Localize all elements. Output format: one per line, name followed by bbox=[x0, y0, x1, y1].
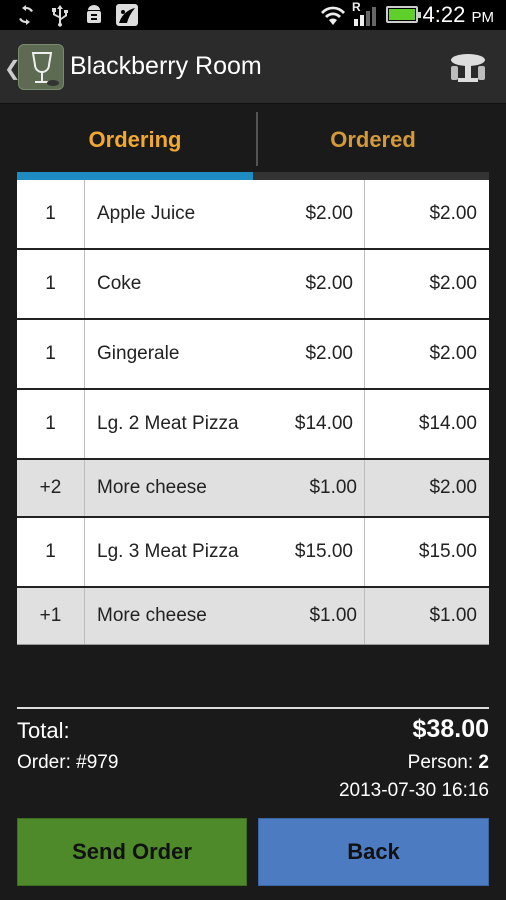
order-modifier-row[interactable]: +2 More cheese $1.00 $2.00 bbox=[17, 458, 489, 516]
modifier-total: $1.00 bbox=[364, 588, 489, 644]
item-quantity: 1 bbox=[17, 180, 85, 248]
order-modifier-row[interactable]: +1 More cheese $1.00 $1.00 bbox=[17, 586, 489, 644]
item-total: $2.00 bbox=[364, 180, 489, 248]
modifier-quantity: +1 bbox=[17, 588, 85, 644]
back-button[interactable]: Back bbox=[258, 818, 489, 886]
send-order-button[interactable]: Send Order bbox=[17, 818, 247, 886]
clock: 4:22 PM bbox=[423, 2, 494, 28]
total-value: $38.00 bbox=[412, 715, 489, 743]
modifier-quantity: +2 bbox=[17, 460, 85, 516]
roaming-letter: R bbox=[352, 0, 361, 14]
item-quantity: 1 bbox=[17, 320, 85, 388]
person-count: Person: 2 bbox=[408, 752, 489, 774]
modifier-unit-price: $1.00 bbox=[309, 477, 357, 498]
order-table: 1 Apple Juice $2.00 $2.00 1 Coke $2.00 $… bbox=[17, 180, 489, 645]
order-row[interactable]: 1 Gingerale $2.00 $2.00 bbox=[17, 318, 489, 388]
item-quantity: 1 bbox=[17, 518, 85, 586]
page-title: Blackberry Room bbox=[70, 52, 262, 80]
clock-ampm: PM bbox=[471, 9, 495, 26]
status-bar: R 4:22 PM bbox=[0, 0, 506, 30]
tab-indicator-track bbox=[17, 172, 489, 180]
item-total: $2.00 bbox=[364, 320, 489, 388]
item-unit-price: $2.00 bbox=[305, 203, 353, 224]
tab-bar: Ordering Ordered bbox=[0, 104, 506, 180]
person-label: Person: bbox=[407, 752, 474, 773]
item-total: $15.00 bbox=[364, 518, 489, 586]
modifier-total: $2.00 bbox=[364, 460, 489, 516]
sync-icon bbox=[19, 5, 33, 25]
total-label: Total: bbox=[17, 718, 70, 743]
order-row[interactable]: 1 Coke $2.00 $2.00 bbox=[17, 248, 489, 318]
summary-divider bbox=[17, 707, 489, 709]
item-unit-price: $15.00 bbox=[294, 541, 353, 562]
app-logo-icon[interactable] bbox=[18, 44, 64, 90]
tab-selected-indicator bbox=[17, 172, 253, 180]
order-row[interactable]: 1 Lg. 2 Meat Pizza $14.00 $14.00 bbox=[17, 388, 489, 458]
tab-ordered[interactable]: Ordered bbox=[257, 104, 489, 176]
item-unit-price: $2.00 bbox=[305, 343, 353, 364]
person-value: 2 bbox=[478, 752, 489, 773]
item-unit-price: $14.00 bbox=[294, 413, 353, 434]
app-notification-icon bbox=[116, 4, 138, 26]
table-icon[interactable] bbox=[448, 52, 488, 86]
modifier-unit-price: $1.00 bbox=[309, 605, 357, 626]
order-row[interactable]: 1 Lg. 3 Meat Pizza $15.00 $15.00 bbox=[17, 516, 489, 586]
android-debug-icon bbox=[87, 5, 101, 23]
action-bar: ❮ Blackberry Room bbox=[0, 30, 506, 104]
item-unit-price: $2.00 bbox=[305, 273, 353, 294]
wifi-icon bbox=[321, 6, 345, 26]
item-total: $14.00 bbox=[364, 390, 489, 458]
usb-icon bbox=[52, 5, 68, 27]
tab-ordering[interactable]: Ordering bbox=[17, 104, 253, 176]
item-quantity: 1 bbox=[17, 250, 85, 318]
item-total: $2.00 bbox=[364, 250, 489, 318]
order-datetime: 2013-07-30 16:16 bbox=[338, 780, 489, 801]
signal-roaming-icon: R bbox=[352, 0, 380, 28]
order-row[interactable]: 1 Apple Juice $2.00 $2.00 bbox=[17, 180, 489, 248]
order-number: Order: #979 bbox=[17, 752, 119, 773]
clock-time: 4:22 bbox=[422, 2, 466, 27]
item-quantity: 1 bbox=[17, 390, 85, 458]
battery-icon bbox=[386, 6, 421, 23]
